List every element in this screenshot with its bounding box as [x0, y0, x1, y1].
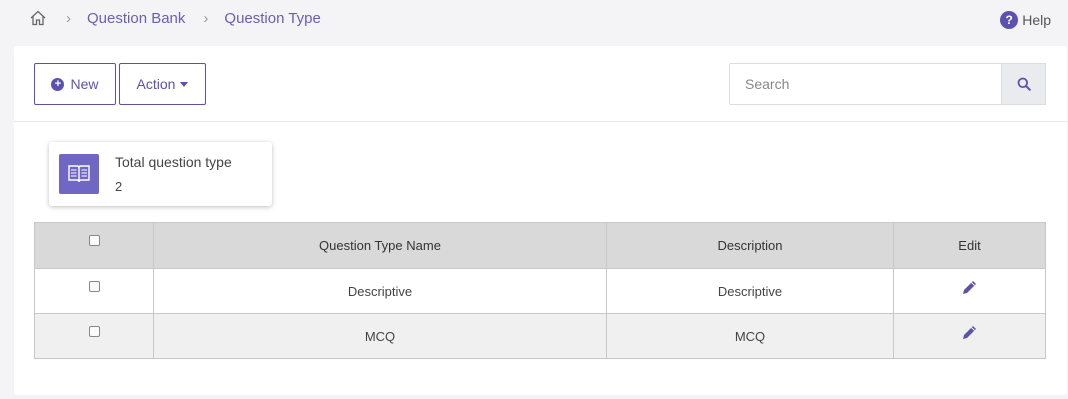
table-row: Descriptive Descriptive — [34, 268, 1046, 314]
new-button[interactable]: + New — [34, 63, 116, 105]
chevron-right-icon: › — [203, 9, 209, 27]
book-icon — [59, 154, 99, 194]
table-row: MCQ MCQ — [34, 313, 1046, 359]
search-input[interactable] — [729, 63, 1002, 105]
cell-description: Descriptive — [606, 268, 894, 314]
header-edit: Edit — [893, 222, 1046, 269]
question-type-panel: + New Action Total question type 2 Quest… — [14, 46, 1067, 395]
total-question-type-tile: Total question type 2 — [49, 142, 272, 206]
help-icon: ? — [1000, 11, 1019, 29]
select-all-checkbox[interactable] — [88, 235, 100, 246]
table-header-row: Question Type Name Description Edit — [34, 222, 1046, 269]
header-description[interactable]: Description — [606, 222, 894, 269]
row-select-cell — [34, 313, 154, 359]
stat-label: Total question type — [115, 154, 232, 170]
cell-question-type-name: MCQ — [153, 313, 607, 359]
header-question-type-name[interactable]: Question Type Name — [153, 222, 607, 269]
search-icon — [1017, 77, 1031, 91]
edit-cell — [893, 268, 1046, 314]
plus-circle-icon: + — [51, 77, 65, 91]
pencil-icon[interactable] — [961, 324, 978, 341]
row-select-cell — [34, 268, 154, 314]
toolbar: + New Action — [14, 46, 1067, 122]
row-checkbox[interactable] — [88, 325, 100, 337]
help-label: Help — [1022, 12, 1051, 28]
action-button-label: Action — [136, 76, 176, 92]
edit-cell — [893, 313, 1046, 359]
chevron-right-icon: › — [66, 9, 71, 27]
new-button-label: New — [70, 76, 99, 92]
home-icon[interactable] — [28, 8, 48, 28]
breadcrumb-question-type[interactable]: Question Type — [224, 10, 320, 27]
breadcrumb: › Question Bank › Question Type — [28, 6, 321, 30]
cell-question-type-name: Descriptive — [153, 268, 607, 314]
breadcrumb-question-bank[interactable]: Question Bank — [87, 10, 185, 27]
pencil-icon[interactable] — [961, 279, 978, 296]
cell-description: MCQ — [606, 313, 894, 359]
stat-value: 2 — [115, 179, 123, 194]
help-link[interactable]: ? Help — [1000, 11, 1051, 29]
select-all-cell — [34, 222, 154, 269]
caret-down-icon — [180, 81, 189, 87]
question-type-table: Question Type Name Description Edit Desc… — [34, 222, 1046, 359]
search-button[interactable] — [1001, 63, 1046, 105]
row-checkbox[interactable] — [88, 280, 100, 292]
action-dropdown-button[interactable]: Action — [119, 63, 206, 105]
